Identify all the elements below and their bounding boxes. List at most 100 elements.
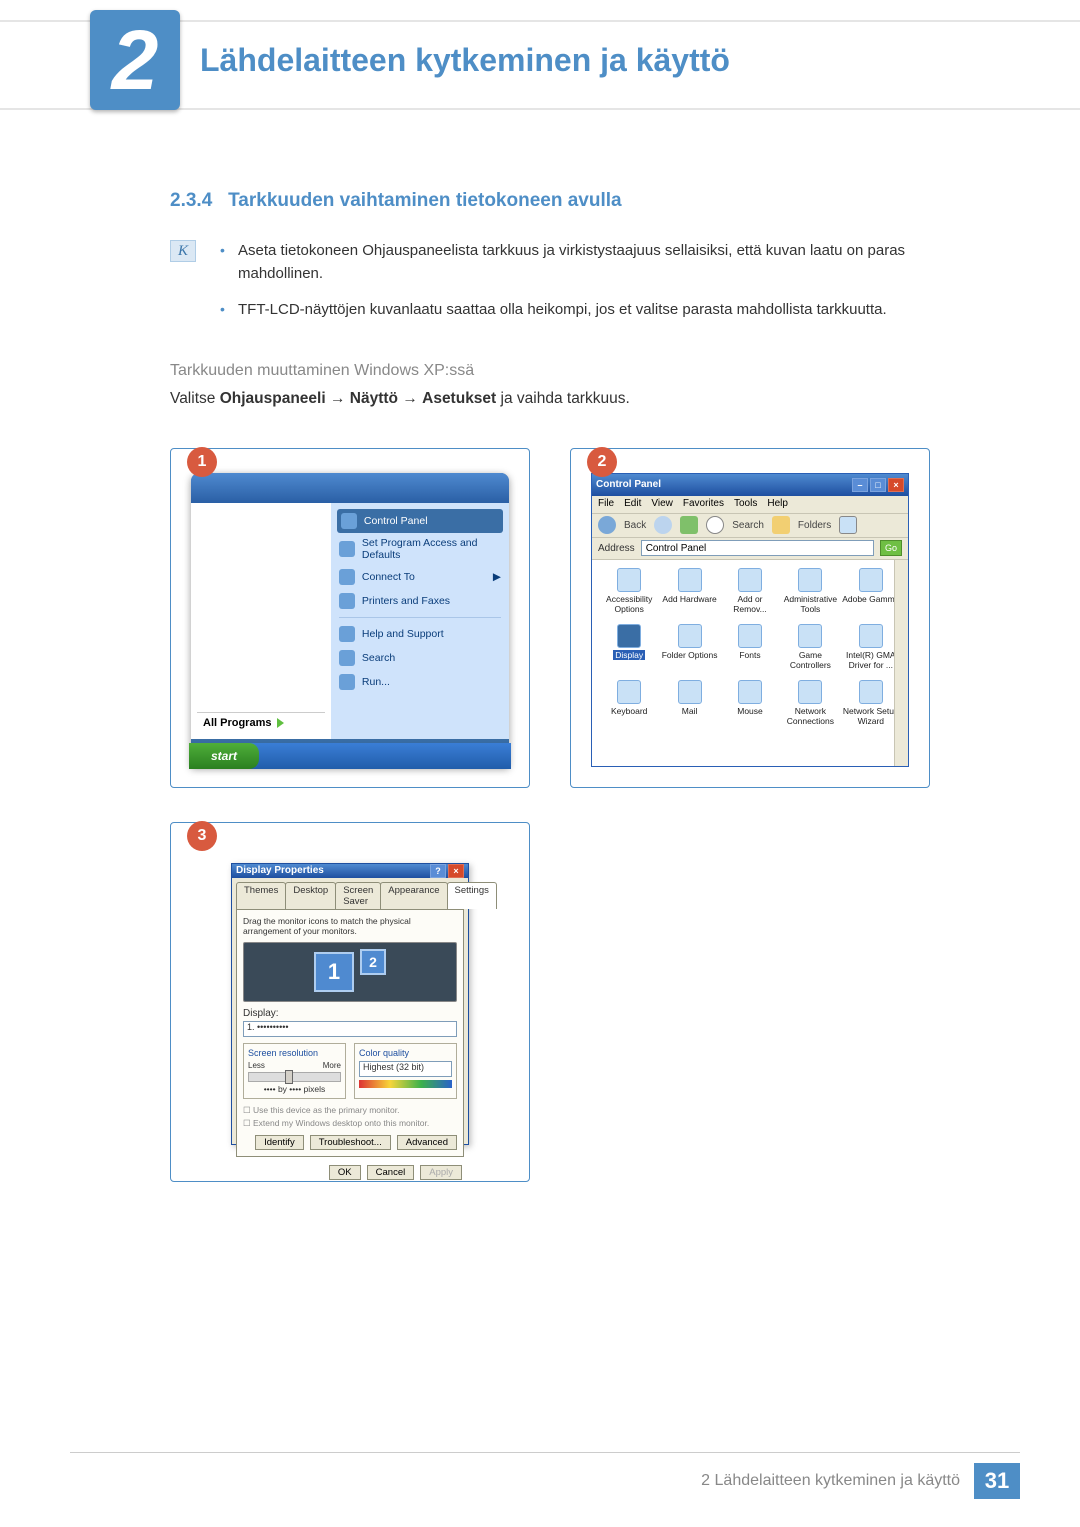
monitor-1-icon[interactable]: 1 (314, 952, 354, 992)
monitor-arrangement[interactable]: 1 2 (243, 942, 457, 1002)
cp-item-folder-options[interactable]: Folder Options (660, 624, 718, 676)
window-title: Control Panel (596, 479, 661, 490)
minimize-button[interactable]: – (852, 478, 868, 492)
help-button[interactable]: ? (430, 864, 446, 878)
run-icon (339, 674, 355, 690)
monitor-2-icon[interactable]: 2 (360, 949, 386, 975)
apply-button[interactable]: Apply (420, 1165, 462, 1180)
cp-item-fonts[interactable]: Fonts (721, 624, 779, 676)
cp-item-label: Network Setup Wizard (842, 706, 900, 726)
all-programs-button[interactable]: All Programs (197, 712, 325, 733)
slider-thumb[interactable] (285, 1070, 293, 1084)
up-icon[interactable] (680, 516, 698, 534)
go-button[interactable]: Go (880, 540, 902, 556)
page-footer: 2 Lähdelaitteen kytkeminen ja käyttö 31 (701, 1463, 1020, 1499)
note-item: TFT-LCD-näyttöjen kuvanlaatu saattaa oll… (216, 299, 990, 322)
views-icon[interactable] (839, 516, 857, 534)
resolution-slider[interactable] (248, 1072, 341, 1082)
cp-item-display[interactable]: Display (600, 624, 658, 676)
cp-item-label: Adobe Gamma (842, 594, 899, 604)
mail-icon (678, 680, 702, 704)
troubleshoot-button[interactable]: Troubleshoot... (310, 1135, 391, 1150)
note-list: Aseta tietokoneen Ohjauspaneelista tarkk… (216, 240, 990, 336)
check-label: Extend my Windows desktop onto this moni… (253, 1118, 429, 1128)
back-label: Back (624, 520, 646, 531)
start-menu-left-pane: All Programs (191, 503, 331, 739)
menu-item-label: Printers and Faxes (362, 595, 450, 607)
window-title-bar: Control Panel – □ × (592, 474, 908, 496)
menu-item-control-panel[interactable]: Control Panel (337, 509, 503, 533)
menu-item-label: Help and Support (362, 628, 444, 640)
help-icon (339, 626, 355, 642)
tab-screensaver[interactable]: Screen Saver (335, 882, 381, 909)
cp-item-accessibility[interactable]: Accessibility Options (600, 568, 658, 620)
maximize-button[interactable]: □ (870, 478, 886, 492)
primary-monitor-checkbox[interactable]: ☐ Use this device as the primary monitor… (243, 1105, 457, 1116)
tab-appearance[interactable]: Appearance (380, 882, 447, 909)
back-icon[interactable] (598, 516, 616, 534)
tab-desktop[interactable]: Desktop (285, 882, 336, 909)
control-panel-icon (341, 513, 357, 529)
cp-item-label: Game Controllers (781, 650, 839, 670)
address-label: Address (598, 543, 635, 554)
menu-help[interactable]: Help (767, 498, 788, 511)
close-button[interactable]: × (888, 478, 904, 492)
display-icon (617, 624, 641, 648)
menu-item-run[interactable]: Run... (337, 670, 503, 694)
menu-item-connect-to[interactable]: Connect To ▶ (337, 565, 503, 589)
cp-item-keyboard[interactable]: Keyboard (600, 680, 658, 732)
mouse-icon (738, 680, 762, 704)
check-label: Use this device as the primary monitor. (253, 1105, 399, 1115)
window-buttons: – □ × (852, 478, 904, 492)
extend-desktop-checkbox[interactable]: ☐ Extend my Windows desktop onto this mo… (243, 1118, 457, 1129)
adobe-gamma-icon (859, 568, 883, 592)
cp-item-add-remove[interactable]: Add or Remov... (721, 568, 779, 620)
chapter-title: Lähdelaitteen kytkeminen ja käyttö (200, 42, 730, 79)
menu-view[interactable]: View (651, 498, 673, 511)
close-button[interactable]: × (448, 864, 464, 878)
tab-settings[interactable]: Settings (447, 882, 497, 909)
scrollbar[interactable] (894, 560, 908, 766)
page-content: 2.3.4 Tarkkuuden vaihtaminen tietokoneen… (170, 190, 990, 1216)
cp-item-label: Mouse (737, 706, 763, 716)
folders-label: Folders (798, 520, 831, 531)
menu-item-printers[interactable]: Printers and Faxes (337, 589, 503, 613)
menu-file[interactable]: File (598, 498, 614, 511)
menu-favorites[interactable]: Favorites (683, 498, 724, 511)
cp-item-intel-gma[interactable]: Intel(R) GMA Driver for ... (842, 624, 900, 676)
color-quality-select[interactable]: Highest (32 bit) (359, 1061, 452, 1077)
ok-button[interactable]: OK (329, 1165, 361, 1180)
search-icon[interactable] (706, 516, 724, 534)
address-input[interactable] (641, 540, 874, 556)
menu-item-label: Set Program Access and Defaults (362, 537, 501, 561)
cp-item-mouse[interactable]: Mouse (721, 680, 779, 732)
slider-range-labels: Less More (248, 1061, 341, 1070)
menu-item-help[interactable]: Help and Support (337, 622, 503, 646)
step-badge-1: 1 (187, 447, 217, 477)
tab-themes[interactable]: Themes (236, 882, 286, 909)
menu-item-program-access[interactable]: Set Program Access and Defaults (337, 533, 503, 565)
cp-item-admin-tools[interactable]: Administrative Tools (781, 568, 839, 620)
cp-item-adobe-gamma[interactable]: Adobe Gamma (842, 568, 900, 620)
dialog-body: Drag the monitor icons to match the phys… (236, 909, 464, 1157)
page-number: 31 (974, 1463, 1020, 1499)
advanced-button[interactable]: Advanced (397, 1135, 457, 1150)
cp-item-network-setup[interactable]: Network Setup Wizard (842, 680, 900, 732)
folders-icon[interactable] (772, 516, 790, 534)
cp-item-network-connections[interactable]: Network Connections (781, 680, 839, 732)
less-label: Less (248, 1061, 265, 1070)
cp-item-add-hardware[interactable]: Add Hardware (660, 568, 718, 620)
cancel-button[interactable]: Cancel (367, 1165, 415, 1180)
menu-tools[interactable]: Tools (734, 498, 757, 511)
instr-suffix: ja vaihda tarkkuus. (501, 390, 630, 407)
menu-edit[interactable]: Edit (624, 498, 641, 511)
cp-item-mail[interactable]: Mail (660, 680, 718, 732)
forward-icon[interactable] (654, 516, 672, 534)
add-remove-icon (738, 568, 762, 592)
menu-item-search[interactable]: Search (337, 646, 503, 670)
cp-item-game-controllers[interactable]: Game Controllers (781, 624, 839, 676)
resolution-color-row: Screen resolution Less More •••• by ••••… (243, 1043, 457, 1099)
identify-button[interactable]: Identify (255, 1135, 304, 1150)
display-select[interactable]: 1. •••••••••• (243, 1021, 457, 1037)
start-button[interactable]: start (189, 743, 259, 769)
